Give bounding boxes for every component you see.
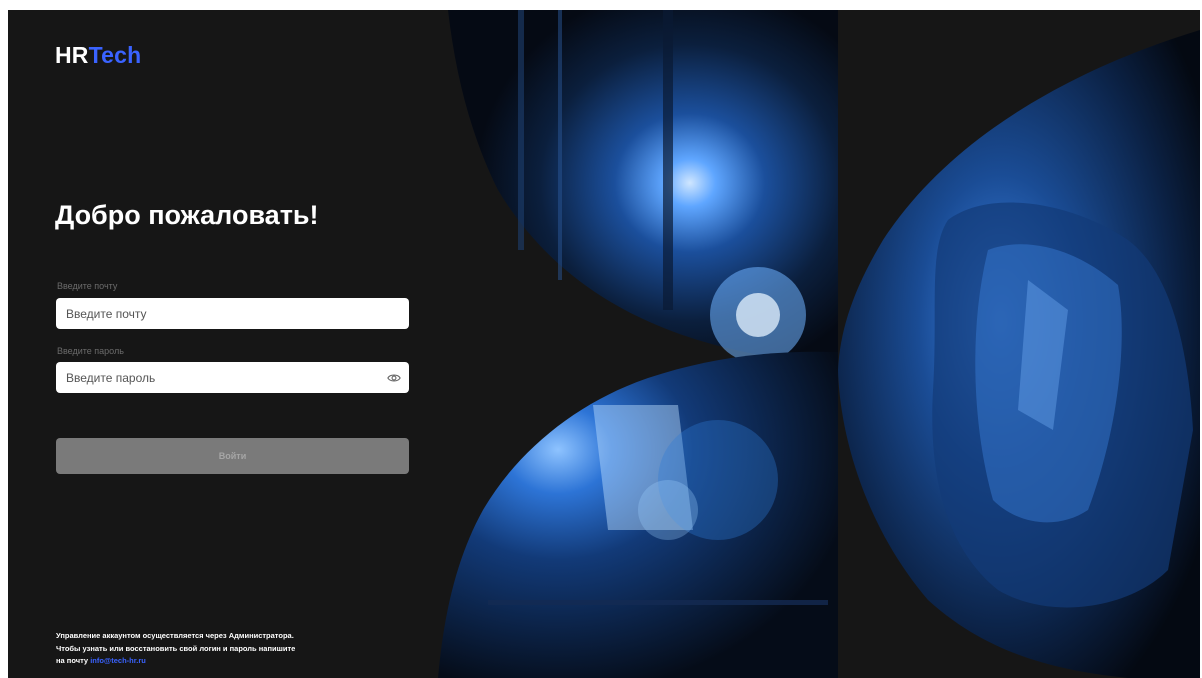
login-button[interactable]: Войти: [56, 438, 409, 474]
help-line-3-prefix: на почту: [56, 656, 91, 665]
hrtech-logo: HRTech: [55, 42, 141, 69]
login-button-label: Войти: [218, 451, 247, 461]
welcome-heading: Добро пожаловать!: [55, 200, 319, 230]
password-placeholder: Введите пароль: [66, 370, 156, 385]
help-line-1: Управление аккаунтом осуществляется чере…: [56, 631, 294, 640]
login-page: HRTech Добро пожаловать! Введите почту В…: [8, 10, 1200, 678]
password-field[interactable]: Введите пароль: [56, 362, 409, 393]
email-placeholder: Введите почту: [66, 306, 147, 321]
account-help-text: Управление аккаунтом осуществляется чере…: [56, 630, 346, 668]
logo-tech-text: Tech: [88, 42, 142, 68]
logo-hr-text: HR: [55, 42, 89, 68]
password-label: Введите пароль: [57, 346, 124, 356]
eye-icon[interactable]: [387, 371, 401, 385]
email-label: Введите почту: [57, 281, 118, 291]
email-field[interactable]: Введите почту: [56, 298, 409, 329]
welder-hero-image: [438, 10, 1200, 678]
help-line-2: Чтобы узнать или восстановить свой логин…: [56, 643, 296, 653]
support-email-link[interactable]: info@tech-hr.ru: [90, 656, 146, 665]
